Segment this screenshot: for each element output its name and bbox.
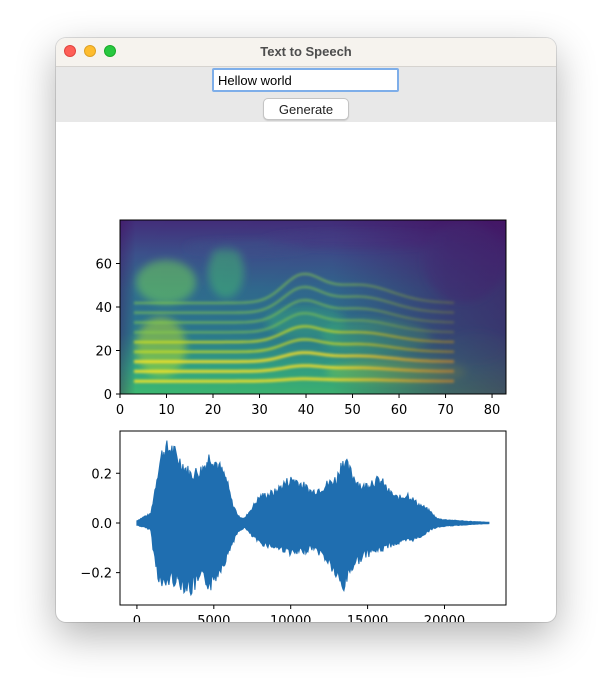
waveform-series <box>136 440 490 597</box>
figure-canvas: 0 10 20 30 40 50 60 70 80 0 20 40 60 0 5000 10000 15000… <box>80 219 507 622</box>
spectrogram-x-tick-label: 50 <box>344 403 361 418</box>
spectrogram-y-tick-label: 0 <box>104 388 112 403</box>
spectrogram-x-tick-label: 80 <box>484 403 501 418</box>
waveform-x-tick-label: 15000 <box>347 614 388 622</box>
waveform-y-tick-label: 0.0 <box>91 517 112 532</box>
spectrogram-x-tick-label: 60 <box>391 403 408 418</box>
waveform-x-tick-label: 20000 <box>424 614 465 622</box>
spectrogram-y-tick-label: 40 <box>95 301 112 316</box>
plot-figure: 0 10 20 30 40 50 60 70 80 0 20 40 60 0 5000 10000 15000… <box>56 122 556 622</box>
spectrogram-x-tick-label: 40 <box>298 403 315 418</box>
spectrogram-plot: 0 10 20 30 40 50 60 70 80 0 20 40 60 <box>95 219 507 418</box>
input-toolbar: Generate <box>56 67 556 122</box>
waveform-x-tick-label: 0 <box>133 614 141 622</box>
waveform-x-tick-label: 10000 <box>270 614 311 622</box>
spectrogram-x-tick-label: 30 <box>251 403 268 418</box>
app-window: Text to Speech Generate <box>56 38 556 622</box>
title-bar: Text to Speech <box>56 38 556 67</box>
spectrogram-x-tick-label: 70 <box>437 403 454 418</box>
spectrogram-image <box>120 220 506 394</box>
waveform-plot: 0 5000 10000 15000 20000 0.2 0.0 −0.2 <box>80 430 507 622</box>
spectrogram-x-tick-label: 10 <box>158 403 175 418</box>
text-input[interactable] <box>212 68 399 92</box>
waveform-y-tick-label: −0.2 <box>80 567 112 582</box>
spectrogram-y-tick-label: 20 <box>95 345 112 360</box>
spectrogram-x-tick-label: 20 <box>205 403 222 418</box>
spectrogram-y-tick-label: 60 <box>95 258 112 273</box>
waveform-x-tick-label: 5000 <box>197 614 230 622</box>
window-title: Text to Speech <box>260 44 352 59</box>
spectrogram-x-tick-label: 0 <box>116 403 124 418</box>
generate-button[interactable]: Generate <box>263 98 349 120</box>
waveform-y-tick-label: 0.2 <box>91 467 112 482</box>
spectrogram-onset-shade <box>120 220 506 394</box>
